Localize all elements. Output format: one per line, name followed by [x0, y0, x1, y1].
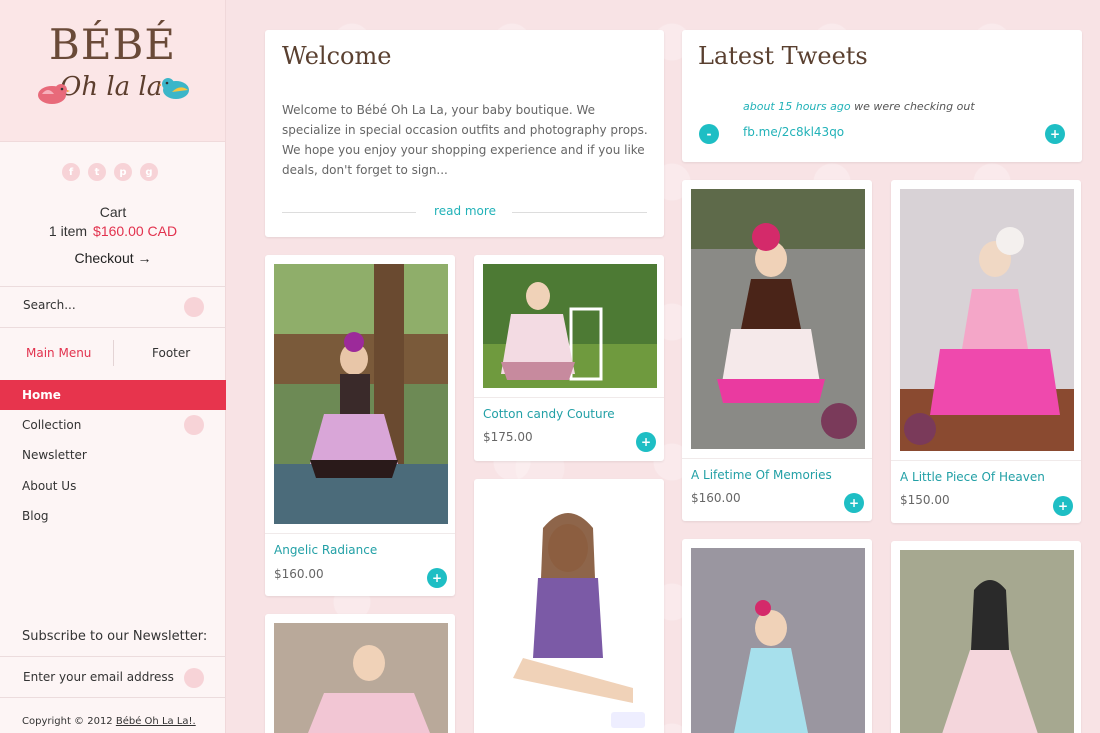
product-card[interactable]: Angelic Radiance $160.00 + — [265, 255, 455, 596]
product-price: $175.00 — [483, 430, 533, 444]
divider — [0, 697, 226, 698]
cart-summary[interactable]: 1 item $160.00 CAD — [0, 223, 226, 239]
sidebar-item-home[interactable]: Home — [0, 380, 226, 410]
tab-main-menu[interactable]: Main Menu — [26, 346, 91, 360]
product-name[interactable]: A Little Piece Of Heaven — [900, 470, 1045, 484]
divider — [891, 460, 1081, 461]
welcome-text: Welcome to Bébé Oh La La, your baby bout… — [282, 103, 648, 177]
divider — [512, 212, 647, 213]
product-image[interactable] — [274, 264, 448, 524]
tab-footer[interactable]: Footer — [152, 346, 190, 360]
pinterest-icon[interactable]: p — [114, 163, 132, 181]
social-links: f t p g — [62, 163, 158, 181]
search-input[interactable]: Search... — [23, 298, 76, 312]
newsletter-title: Subscribe to our Newsletter: — [22, 629, 208, 644]
brand-name: BÉBÉ — [48, 20, 177, 69]
product-name[interactable]: A Lifetime Of Memories — [691, 468, 832, 482]
product-image[interactable] — [691, 189, 865, 449]
read-more-link[interactable]: read more — [265, 204, 665, 218]
divider — [682, 458, 872, 459]
divider — [265, 533, 455, 534]
product-card[interactable] — [474, 479, 664, 733]
product-image[interactable] — [274, 623, 448, 733]
tweet-time[interactable]: about 15 hours ago — [743, 100, 851, 113]
add-to-cart-button[interactable]: + — [636, 432, 656, 452]
sidebar: BÉBÉ Oh la la f t p g Cart 1 item $160.00… — [0, 0, 226, 733]
sidebar-item-newsletter[interactable]: Newsletter — [0, 440, 226, 470]
brand-tagline: Oh la la — [60, 72, 163, 102]
add-to-cart-button[interactable]: + — [427, 568, 447, 588]
copyright: Copyright © 2012 Bébé Oh La La!. — [22, 716, 196, 727]
facebook-icon[interactable]: f — [62, 163, 80, 181]
expand-icon[interactable] — [184, 415, 204, 435]
checkout-link[interactable]: Checkout → — [0, 250, 226, 266]
product-price: $150.00 — [900, 493, 950, 507]
divider — [474, 397, 664, 398]
tab-divider — [113, 340, 114, 366]
product-name[interactable]: Angelic Radiance — [274, 543, 377, 557]
product-image[interactable] — [691, 548, 865, 733]
product-card[interactable]: A Little Piece Of Heaven $150.00 + — [891, 180, 1081, 523]
product-card[interactable] — [265, 614, 455, 733]
product-card[interactable] — [891, 541, 1081, 733]
copyright-text: Copyright © 2012 — [22, 716, 113, 727]
sidebar-item-about-us[interactable]: About Us — [0, 471, 226, 501]
google-plus-icon[interactable]: g — [140, 163, 158, 181]
product-name[interactable]: Cotton candy Couture — [483, 407, 615, 421]
product-price: $160.00 — [274, 567, 324, 581]
subscribe-icon[interactable] — [184, 668, 204, 688]
welcome-title: Welcome — [282, 42, 392, 70]
cart-count: 1 item — [48, 223, 88, 239]
tweets-card: Latest Tweets about 15 hours ago we were… — [682, 30, 1082, 162]
tweet-text: about 15 hours ago we were checking out — [743, 100, 975, 113]
tweet-link[interactable]: fb.me/2c8kl43qo — [743, 125, 844, 139]
divider — [0, 656, 226, 657]
divider — [0, 327, 226, 328]
search-icon[interactable] — [184, 297, 204, 317]
add-to-cart-button[interactable]: + — [1053, 496, 1073, 516]
welcome-card: Welcome Welcome to Bébé Oh La La, your b… — [265, 30, 664, 237]
sidebar-item-blog[interactable]: Blog — [0, 501, 226, 531]
next-tweet-button[interactable]: + — [1045, 124, 1065, 144]
product-image[interactable] — [900, 550, 1074, 733]
product-price: $160.00 — [691, 491, 741, 505]
twitter-icon[interactable]: t — [88, 163, 106, 181]
pink-bird-icon — [38, 84, 70, 104]
copyright-link[interactable]: Bébé Oh La La!. — [116, 716, 196, 727]
product-image[interactable] — [900, 189, 1074, 451]
tweet-body: we were checking out — [850, 100, 975, 113]
product-image[interactable] — [483, 488, 657, 733]
logo[interactable]: BÉBÉ Oh la la — [0, 0, 225, 142]
product-image[interactable] — [483, 264, 657, 388]
prev-tweet-button[interactable]: - — [699, 124, 719, 144]
blue-bird-icon — [158, 78, 189, 99]
add-to-cart-button[interactable]: + — [844, 493, 864, 513]
cart-total: $160.00 CAD — [93, 223, 178, 239]
cart-title[interactable]: Cart — [0, 204, 226, 220]
divider — [0, 286, 226, 287]
email-field[interactable]: Enter your email address — [23, 670, 174, 684]
product-card[interactable]: A Lifetime Of Memories $160.00 + — [682, 180, 872, 521]
tweets-title: Latest Tweets — [698, 42, 868, 70]
product-card[interactable] — [682, 539, 872, 733]
product-card[interactable]: Cotton candy Couture $175.00 + — [474, 255, 664, 461]
